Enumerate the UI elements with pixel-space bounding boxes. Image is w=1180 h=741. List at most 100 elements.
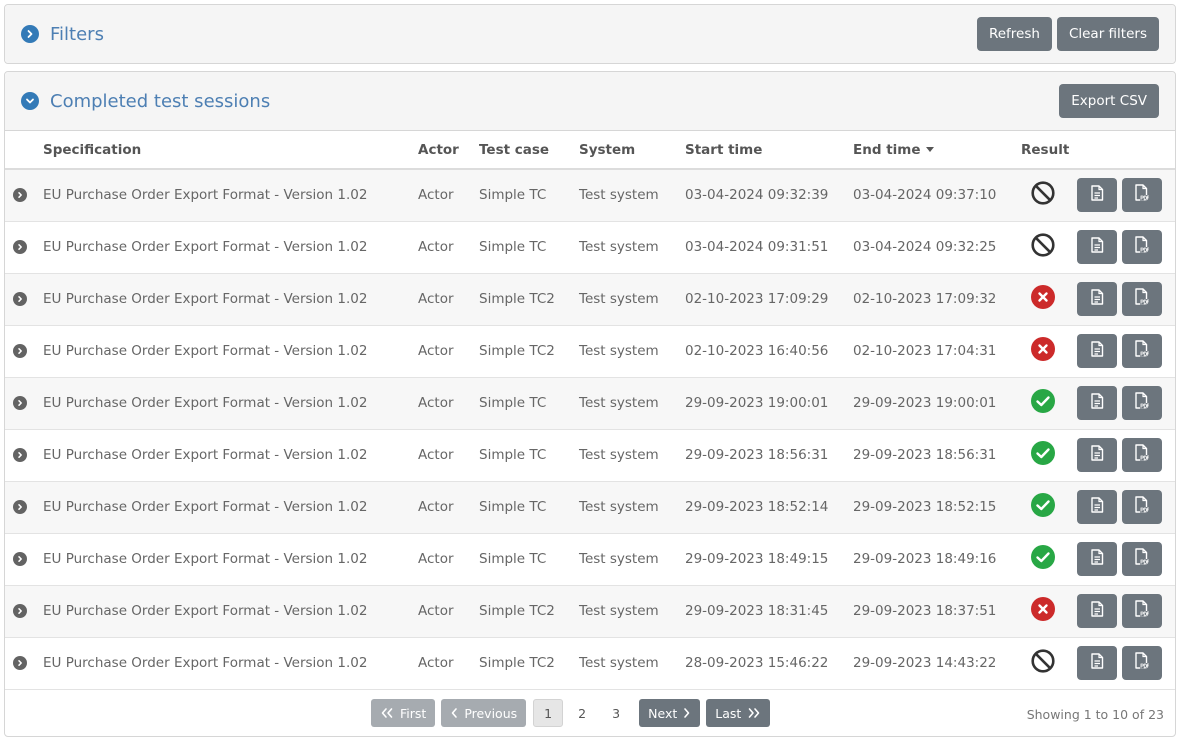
cell-specification: EU Purchase Order Export Format - Versio… — [43, 585, 418, 638]
table-row[interactable]: EU Purchase Order Export Format - Versio… — [5, 533, 1175, 586]
previous-page-button[interactable]: Previous — [441, 699, 527, 727]
cell-system: Test system — [579, 481, 685, 534]
clear-filters-button[interactable]: Clear filters — [1056, 17, 1159, 51]
pdf-file-icon — [1134, 288, 1150, 310]
cell-test-case: Simple TC — [479, 221, 579, 274]
previous-label: Previous — [464, 705, 518, 721]
table-row[interactable]: EU Purchase Order Export Format - Versio… — [5, 585, 1175, 638]
row-expand-icon[interactable] — [13, 240, 27, 254]
next-page-button[interactable]: Next — [639, 699, 701, 727]
cell-start-time: 29-09-2023 18:49:15 — [685, 533, 853, 586]
header-test-case[interactable]: Test case — [479, 131, 579, 170]
table-row[interactable]: EU Purchase Order Export Format - Versio… — [5, 273, 1175, 326]
cell-start-time: 29-09-2023 18:31:45 — [685, 585, 853, 638]
export-pdf-button[interactable] — [1122, 230, 1162, 264]
table-row[interactable]: EU Purchase Order Export Format - Versio… — [5, 481, 1175, 534]
document-icon — [1090, 341, 1104, 361]
cell-test-case: Simple TC — [479, 169, 579, 222]
page-2-button[interactable]: 2 — [567, 699, 597, 727]
row-expand-icon[interactable] — [13, 188, 27, 203]
cell-test-case: Simple TC2 — [479, 637, 579, 690]
export-pdf-button[interactable] — [1122, 594, 1162, 628]
cell-specification: EU Purchase Order Export Format - Versio… — [43, 637, 418, 690]
row-expand-icon[interactable] — [13, 656, 27, 670]
filters-title[interactable]: Filters — [50, 24, 104, 45]
header-system[interactable]: System — [579, 131, 685, 170]
row-expand-icon[interactable] — [13, 552, 27, 566]
page-3-button[interactable]: 3 — [601, 699, 631, 727]
document-icon — [1090, 445, 1104, 465]
header-specification[interactable]: Specification — [43, 131, 418, 170]
header-actor[interactable]: Actor — [418, 131, 479, 170]
document-icon — [1090, 549, 1104, 569]
view-report-button[interactable] — [1077, 282, 1117, 316]
export-pdf-button[interactable] — [1122, 334, 1162, 368]
table-header-row: Specification Actor Test case System Sta… — [5, 131, 1175, 170]
view-report-button[interactable] — [1077, 230, 1117, 264]
chevron-right-circle-icon[interactable] — [21, 25, 39, 43]
view-report-button[interactable] — [1077, 438, 1117, 472]
cell-specification: EU Purchase Order Export Format - Versio… — [43, 273, 418, 326]
x-circle-icon — [1031, 285, 1055, 313]
export-pdf-button[interactable] — [1122, 490, 1162, 524]
cell-system: Test system — [579, 585, 685, 638]
export-csv-button[interactable]: Export CSV — [1059, 84, 1159, 118]
table-row[interactable]: EU Purchase Order Export Format - Versio… — [5, 169, 1175, 222]
header-result[interactable]: Result — [1021, 131, 1077, 170]
document-icon — [1090, 601, 1104, 621]
cell-end-time: 29-09-2023 18:37:51 — [853, 585, 1021, 638]
header-start-time[interactable]: Start time — [685, 131, 853, 170]
table-row[interactable]: EU Purchase Order Export Format - Versio… — [5, 325, 1175, 378]
row-expand-icon[interactable] — [13, 292, 27, 306]
chevron-down-circle-icon[interactable] — [21, 92, 39, 110]
view-report-button[interactable] — [1077, 542, 1117, 576]
cell-test-case: Simple TC — [479, 377, 579, 430]
sessions-title[interactable]: Completed test sessions — [50, 91, 270, 112]
first-page-button[interactable]: First — [371, 699, 436, 727]
export-pdf-button[interactable] — [1122, 386, 1162, 420]
pagination: First Previous 1 2 3 Next Last Showing 1… — [5, 689, 1175, 737]
chevron-left-icon — [452, 708, 458, 718]
export-pdf-button[interactable] — [1122, 646, 1162, 680]
table-row[interactable]: EU Purchase Order Export Format - Versio… — [5, 429, 1175, 482]
cell-specification: EU Purchase Order Export Format - Versio… — [43, 481, 418, 534]
sessions-header[interactable]: Completed test sessions Export CSV — [5, 72, 1175, 131]
chevron-right-icon — [684, 708, 690, 718]
cell-actor: Actor — [418, 377, 479, 430]
table-row[interactable]: EU Purchase Order Export Format - Versio… — [5, 637, 1175, 690]
cell-end-time: 29-09-2023 18:52:15 — [853, 481, 1021, 534]
table-row[interactable]: EU Purchase Order Export Format - Versio… — [5, 221, 1175, 274]
row-expand-icon[interactable] — [13, 344, 27, 358]
view-report-button[interactable] — [1077, 386, 1117, 420]
page-1-button[interactable]: 1 — [533, 699, 564, 727]
refresh-button[interactable]: Refresh — [976, 17, 1052, 51]
table-row[interactable]: EU Purchase Order Export Format - Versio… — [5, 377, 1175, 430]
cell-specification: EU Purchase Order Export Format - Versio… — [43, 325, 418, 378]
header-actions — [1077, 131, 1175, 170]
filters-header[interactable]: Filters Refresh Clear filters — [5, 5, 1175, 63]
view-report-button[interactable] — [1077, 334, 1117, 368]
view-report-button[interactable] — [1077, 490, 1117, 524]
view-report-button[interactable] — [1077, 178, 1117, 213]
pdf-file-icon — [1134, 652, 1150, 674]
cell-test-case: Simple TC — [479, 533, 579, 586]
row-expand-icon[interactable] — [13, 448, 27, 462]
cell-end-time: 03-04-2024 09:37:10 — [853, 169, 1021, 222]
cell-system: Test system — [579, 221, 685, 274]
pdf-file-icon — [1134, 184, 1150, 206]
view-report-button[interactable] — [1077, 646, 1117, 680]
row-expand-icon[interactable] — [13, 604, 27, 618]
pdf-file-icon — [1134, 236, 1150, 258]
header-end-time[interactable]: End time — [853, 131, 1021, 170]
export-pdf-button[interactable] — [1122, 438, 1162, 472]
row-expand-icon[interactable] — [13, 500, 27, 514]
cell-actor: Actor — [418, 169, 479, 222]
last-page-button[interactable]: Last — [706, 699, 771, 727]
export-pdf-button[interactable] — [1122, 178, 1162, 213]
export-pdf-button[interactable] — [1122, 282, 1162, 316]
view-report-button[interactable] — [1077, 594, 1117, 628]
pdf-file-icon — [1134, 444, 1150, 466]
pdf-file-icon — [1134, 392, 1150, 414]
export-pdf-button[interactable] — [1122, 542, 1162, 576]
row-expand-icon[interactable] — [13, 396, 27, 410]
